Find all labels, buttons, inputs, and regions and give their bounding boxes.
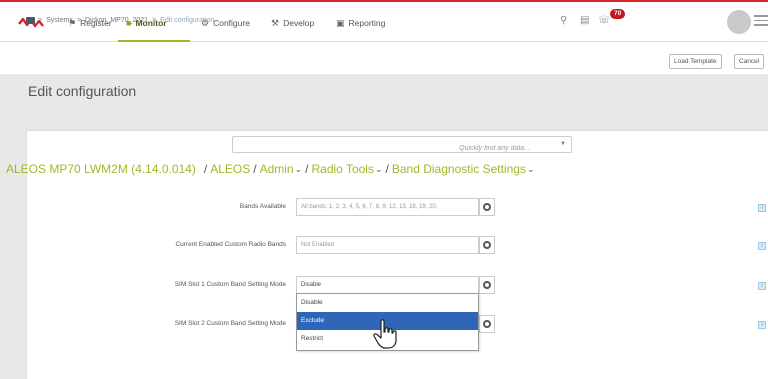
info-icon[interactable]: i xyxy=(758,321,766,329)
option-disable[interactable]: Disable xyxy=(297,294,478,312)
breadcrumb-current: Edit configuration xyxy=(160,17,215,24)
bands-available-field: All bands: 1, 2, 3, 4, 5, 6, 7, 8, 9, 12… xyxy=(296,198,479,216)
hand-cursor-icon xyxy=(373,319,397,349)
home-icon[interactable] xyxy=(26,17,35,24)
current-bands-field: Not Enabled xyxy=(296,236,479,254)
path-aleos[interactable]: ALEOS xyxy=(210,162,250,176)
alert-icon[interactable]: ☏ xyxy=(598,15,611,26)
breadcrumb: > Systems > Dickon_MP70_2021 > Edit conf… xyxy=(38,17,214,24)
path-band-diagnostic[interactable]: Band Diagnostic Settings xyxy=(392,162,526,176)
bands-available-label: Bands Available xyxy=(239,203,286,210)
path-separator: / xyxy=(253,162,257,176)
settings-icon[interactable] xyxy=(479,198,495,216)
path-separator: / xyxy=(305,162,309,176)
current-bands-label: Current Enabled Custom Radio Bands xyxy=(175,241,286,248)
report-icon: ▣ xyxy=(336,17,345,28)
sim2-mode-label: SIM Slot 2 Custom Band Setting Mode xyxy=(174,320,286,327)
config-path: ALEOS MP70 LWM2M (4.14.0.014) / ALEOS / … xyxy=(6,162,535,176)
info-icon[interactable]: i xyxy=(758,242,766,250)
breadcrumb-separator: > xyxy=(38,17,43,24)
info-icon[interactable]: i xyxy=(758,282,766,290)
search-icon[interactable]: ⚲ xyxy=(560,15,567,26)
grid-icon[interactable]: ▤ xyxy=(580,15,589,26)
nav-reporting[interactable]: ▣ Reporting xyxy=(336,16,385,30)
nav-configure-label: Configure xyxy=(213,18,250,28)
nav-develop[interactable]: ⚒ Develop xyxy=(271,16,314,30)
path-separator: / xyxy=(385,162,389,176)
settings-icon[interactable] xyxy=(479,236,495,254)
breadcrumb-bar xyxy=(0,42,768,74)
chevron-down-icon[interactable]: ⌄ xyxy=(375,164,383,175)
nav-reporting-label: Reporting xyxy=(348,18,386,28)
hamburger-menu-icon[interactable] xyxy=(754,15,768,27)
sim1-mode-select[interactable]: Disable xyxy=(296,276,479,294)
breadcrumb-device[interactable]: Dickon_MP70_2021 xyxy=(85,17,148,24)
nav-develop-label: Develop xyxy=(283,18,315,28)
sim1-mode-label: SIM Slot 1 Custom Band Setting Mode xyxy=(174,281,286,288)
breadcrumb-separator: > xyxy=(76,17,82,24)
breadcrumb-separator: > xyxy=(152,17,157,24)
path-radio-tools[interactable]: Radio Tools xyxy=(311,162,373,176)
path-separator: / xyxy=(203,162,208,176)
search-box[interactable]: ▼ xyxy=(232,136,572,156)
search-input[interactable] xyxy=(233,141,533,156)
path-root[interactable]: ALEOS MP70 LWM2M (4.14.0.014) xyxy=(6,162,196,176)
avatar[interactable] xyxy=(727,10,751,34)
info-icon[interactable]: i xyxy=(758,204,766,212)
breadcrumb-systems[interactable]: Systems xyxy=(46,17,73,24)
cancel-button[interactable]: Cancel xyxy=(734,54,765,69)
tools-icon: ⚒ xyxy=(271,17,280,28)
settings-icon[interactable] xyxy=(479,315,495,333)
alert-count-badge: 70 xyxy=(610,9,626,19)
chevron-down-icon[interactable]: ⌄ xyxy=(295,164,303,175)
settings-icon[interactable] xyxy=(479,276,495,294)
load-template-button[interactable]: Load Template xyxy=(669,54,722,69)
chevron-down-icon[interactable]: ⌄ xyxy=(527,164,535,175)
page-title: Edit configuration xyxy=(28,83,137,99)
path-admin[interactable]: Admin xyxy=(260,162,294,176)
chevron-down-icon[interactable]: ▼ xyxy=(560,141,566,147)
